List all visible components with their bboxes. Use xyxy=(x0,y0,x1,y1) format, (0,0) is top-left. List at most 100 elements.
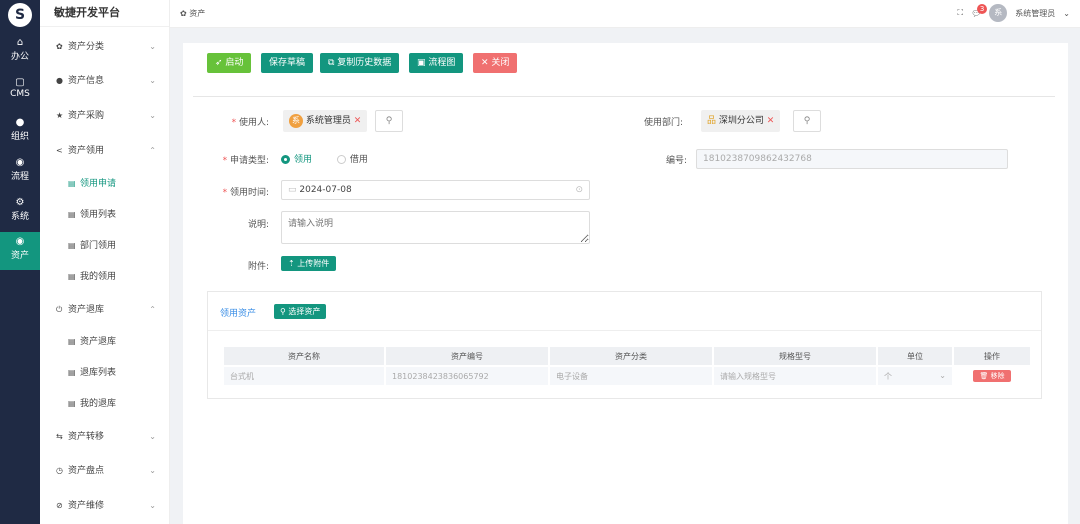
asset-code: 1810238423836065792 xyxy=(386,367,548,385)
assets-table: 资产名称 资产编号 资产分类 规格型号 单位 操作 台式机 1810238423… xyxy=(222,345,1032,387)
upload-icon: ⇡ xyxy=(288,259,298,268)
sidebar-item-label: 资产信息 xyxy=(68,76,105,86)
app-rail: S ⌂ 办公 ▢ CMS ● 组织 ◉ 流程 ⚙ 系统 ◉ 资产 xyxy=(0,0,40,524)
rail-label: 系统 xyxy=(10,212,29,222)
sidebar-item[interactable]: ▤ 退库列表 xyxy=(40,363,170,383)
user-avatar: 系 xyxy=(289,113,303,128)
rail-label: 组织 xyxy=(10,132,29,142)
sidebar-item-label: 资产退库 xyxy=(80,337,117,347)
avatar[interactable]: 系 xyxy=(989,4,1008,22)
message-button[interactable]: 💬︎ 3 xyxy=(971,3,988,18)
sidebar-item-label: 部门领用 xyxy=(80,241,117,251)
sidebar-item[interactable]: ▤ 部门领用 xyxy=(40,236,170,256)
spec-input[interactable]: 请输入规格型号 xyxy=(714,367,876,385)
chevron-icon: ⌄ xyxy=(149,432,156,441)
rail-item-org[interactable]: ● 组织 xyxy=(0,113,40,151)
col-name: 资产名称 xyxy=(224,347,384,365)
app-logo: S xyxy=(8,3,32,27)
radio-jieyong[interactable]: 借用 xyxy=(336,155,368,165)
sidebar-item[interactable]: ▤ 资产退库 xyxy=(40,332,170,352)
form-card: ➶ 启动 保存草稿 ⧉ 复制历史数据 ▣ 流程图 ✕ 关闭 * 使用人: 系 系… xyxy=(183,43,1068,524)
sidebar-item[interactable]: ▤ 领用列表 xyxy=(40,205,170,225)
menu-icon: ▤ xyxy=(68,241,76,250)
search-dept-button[interactable]: ⚲ xyxy=(793,110,821,132)
chevron-down-icon: ⌄ xyxy=(939,370,946,380)
remove-dept-icon[interactable]: ✕ xyxy=(767,116,775,126)
dept-tag: 品 深圳分公司 ✕ xyxy=(701,110,781,132)
rail-item-assets[interactable]: ◉ 资产 xyxy=(0,232,40,270)
upload-button[interactable]: ⇡ 上传附件 xyxy=(281,256,337,271)
org-icon: 品 xyxy=(707,116,717,126)
fullscreen-icon[interactable]: ⛶ xyxy=(958,8,964,18)
asset-icon: ◉ xyxy=(15,236,25,247)
col-spec: 规格型号 xyxy=(714,347,876,365)
clear-icon[interactable]: ⊙ xyxy=(575,181,583,199)
rail-item-office[interactable]: ⌂ 办公 xyxy=(0,33,40,71)
save-draft-button[interactable]: 保存草稿 xyxy=(261,53,314,73)
close-button[interactable]: ✕ 关闭 xyxy=(473,53,518,73)
button-label: 复制历史数据 xyxy=(337,58,392,68)
start-button[interactable]: ➶ 启动 xyxy=(207,53,252,73)
sidebar-item-label: 退库列表 xyxy=(80,368,117,378)
sidebar-item[interactable]: ⏻ 资产退库 ⌃ xyxy=(40,300,170,320)
copy-history-button[interactable]: ⧉ 复制历史数据 xyxy=(320,53,400,73)
type-radio-group: 领用 借用 xyxy=(281,152,368,165)
cms-icon: ▢ xyxy=(15,77,25,88)
code-field[interactable]: 1810238709862432768 xyxy=(696,149,1008,169)
chevron-icon: ⌄ xyxy=(149,76,156,85)
unit-select[interactable]: 个 ⌄ xyxy=(878,367,952,385)
user-tag: 系 系统管理员 ✕ xyxy=(283,110,368,132)
sidebar-item-label: 资产退库 xyxy=(68,305,105,315)
sidebar-item-label: 资产转移 xyxy=(68,432,105,442)
menu-icon: ● xyxy=(56,76,63,85)
rail-item-flow[interactable]: ◉ 流程 xyxy=(0,153,40,191)
sidebar-item[interactable]: ★ 资产采购 ⌄ xyxy=(40,106,170,126)
menu-icon: ✿ xyxy=(56,42,63,51)
chevron-icon: ⌄ xyxy=(149,501,156,510)
sidebar: 敏捷开发平台 ✿ 资产分类 ⌄ ● 资产信息 ⌄ ★ 资产采购 ⌄ < 资产领用 ⌃ ▤ 领用申请 ▤ 领用列… xyxy=(40,0,170,524)
type-label: * 申请类型: xyxy=(222,156,269,166)
search-user-button[interactable]: ⚲ xyxy=(375,110,403,132)
menu-icon: ▤ xyxy=(68,210,76,219)
remove-user-icon[interactable]: ✕ xyxy=(354,116,362,126)
sidebar-item-label: 资产领用 xyxy=(68,146,105,156)
sidebar-item[interactable]: ⊘ 资产维修 ⌄ xyxy=(40,496,170,516)
date-picker[interactable]: ▭ 2024-07-08 ⊙ xyxy=(281,180,590,200)
sidebar-item[interactable]: ▤ 我的退库 xyxy=(40,394,170,414)
table-row: 台式机 1810238423836065792 电子设备 请输入规格型号 个 ⌄ … xyxy=(224,367,1030,385)
notification-badge: 3 xyxy=(977,3,988,14)
close-icon: ✕ xyxy=(481,58,492,68)
menu-icon: ⏻ xyxy=(56,305,63,314)
sidebar-item[interactable]: ⇆ 资产转移 ⌄ xyxy=(40,427,170,447)
desc-input[interactable] xyxy=(281,211,590,244)
sidebar-item[interactable]: ▤ 我的领用 xyxy=(40,267,170,287)
flowchart-button[interactable]: ▣ 流程图 xyxy=(409,53,464,73)
sidebar-item[interactable]: < 资产领用 ⌃ xyxy=(40,141,170,161)
menu-icon: < xyxy=(56,146,63,155)
chevron-down-icon[interactable]: ⌄ xyxy=(1063,9,1070,18)
topbar: ✿ 资产 ⛶ 💬︎ 3 系 系统管理员 ⌄ xyxy=(170,0,1080,28)
date-value: 2024-07-08 xyxy=(299,185,352,195)
col-category: 资产分类 xyxy=(550,347,712,365)
radio-lingyong[interactable]: 领用 xyxy=(281,155,312,165)
chevron-icon: ⌄ xyxy=(149,42,156,51)
sidebar-item[interactable]: ◷ 资产盘点 ⌄ xyxy=(40,461,170,481)
breadcrumb: ✿ 资产 xyxy=(180,8,205,19)
attach-label: 附件: xyxy=(247,262,269,272)
user-name[interactable]: 系统管理员 xyxy=(1015,8,1055,19)
assets-title: 领用资产 xyxy=(220,309,257,319)
select-assets-button[interactable]: ⚲ 选择资产 xyxy=(274,304,327,319)
asset-category: 电子设备 xyxy=(550,367,712,385)
sidebar-item[interactable]: ▤ 领用申请 xyxy=(40,174,170,194)
user-value: 系统管理员 xyxy=(305,116,351,126)
remove-button[interactable]: 🗑︎ 移除 xyxy=(973,370,1011,382)
sidebar-item[interactable]: ● 资产信息 ⌄ xyxy=(40,71,170,91)
chevron-icon: ⌃ xyxy=(149,305,156,314)
rail-item-cms[interactable]: ▢ CMS xyxy=(0,73,40,111)
rail-item-system[interactable]: ⚙ 系统 xyxy=(0,193,40,231)
button-label: 关闭 xyxy=(491,58,510,68)
dept-label: 使用部门: xyxy=(643,118,683,128)
desc-label: 说明: xyxy=(247,220,269,230)
sidebar-item[interactable]: ✿ 资产分类 ⌄ xyxy=(40,37,170,57)
divider xyxy=(193,96,1055,97)
